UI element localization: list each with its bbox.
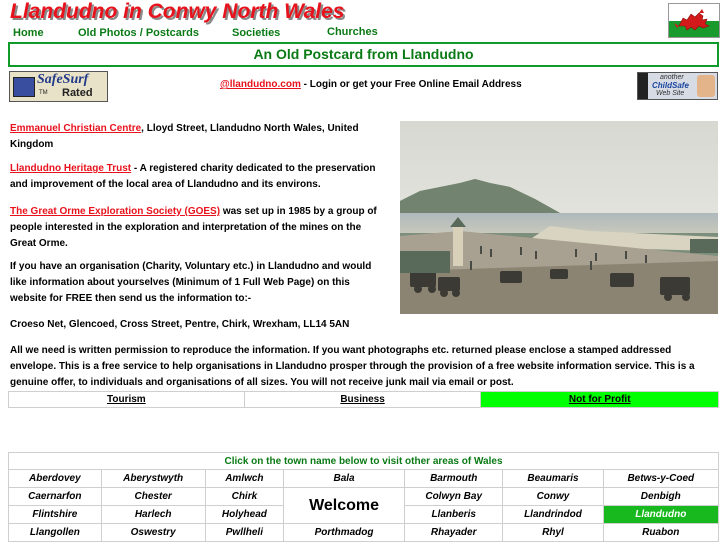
paragraph-emmanuel: Emmanuel Christian Centre, Lloyd Street,… bbox=[10, 121, 388, 153]
town-link[interactable]: Ruabon bbox=[602, 523, 720, 542]
table-row: Caernarfon Chester Chirk Welcome Colwyn … bbox=[8, 487, 720, 524]
safesurf-logo-text: SafeSurf bbox=[37, 72, 89, 87]
llandudno-postcard-image bbox=[400, 121, 718, 314]
town-link[interactable]: Llanberis bbox=[404, 505, 504, 524]
category-cell-tourism[interactable]: Tourism bbox=[8, 391, 245, 408]
town-link[interactable]: Bala bbox=[283, 469, 406, 488]
heritage-trust-link[interactable]: Llandudno Heritage Trust bbox=[10, 163, 131, 174]
nav-old-photos-link[interactable]: Old Photos / Postcards bbox=[78, 27, 199, 39]
paragraph-address: Croeso Net, Glencoed, Cross Street, Pent… bbox=[10, 319, 350, 330]
business-link[interactable]: Business bbox=[340, 394, 384, 405]
wales-towns-table: Click on the town name below to visit ot… bbox=[8, 452, 720, 542]
town-link[interactable]: Beaumaris bbox=[502, 469, 604, 488]
town-link[interactable]: Barmouth bbox=[404, 469, 504, 488]
child-face-icon bbox=[697, 75, 715, 97]
town-link[interactable]: Chirk bbox=[204, 487, 285, 506]
nav-societies-link[interactable]: Societies bbox=[232, 27, 280, 39]
category-cell-business[interactable]: Business bbox=[243, 391, 482, 408]
town-link[interactable]: Chester bbox=[100, 487, 206, 506]
town-link[interactable]: Denbigh bbox=[602, 487, 720, 506]
category-link-bar: Tourism Business Not for Profit bbox=[8, 391, 719, 408]
town-link[interactable]: Flintshire bbox=[8, 505, 102, 524]
town-link[interactable]: Rhayader bbox=[404, 523, 504, 542]
town-link[interactable]: Rhyl bbox=[502, 523, 604, 542]
not-for-profit-link[interactable]: Not for Profit bbox=[569, 394, 631, 405]
paragraph-invite: If you have an organisation (Charity, Vo… bbox=[10, 261, 372, 304]
town-link[interactable]: Llangollen bbox=[8, 523, 102, 542]
town-link[interactable]: Colwyn Bay bbox=[404, 487, 504, 506]
monitor-icon bbox=[13, 77, 35, 97]
emmanuel-link[interactable]: Emmanuel Christian Centre bbox=[10, 123, 141, 134]
town-link[interactable]: Betws-y-Coed bbox=[602, 469, 720, 488]
email-signup-line: @llandudno.com - Login or get your Free … bbox=[220, 79, 522, 90]
childsafe-top-text: another bbox=[660, 74, 684, 81]
nav-churches-link[interactable]: Churches bbox=[327, 26, 378, 38]
town-link[interactable]: Amlwch bbox=[204, 469, 285, 488]
childsafe-bottom-text: Web Site bbox=[656, 90, 685, 97]
welcome-cell: Welcome bbox=[283, 487, 406, 524]
email-signup-link[interactable]: @llandudno.com bbox=[220, 79, 301, 90]
town-link[interactable]: Llandrindod bbox=[502, 505, 604, 524]
category-cell-not-for-profit[interactable]: Not for Profit bbox=[480, 391, 719, 408]
paragraph-heritage-trust: Llandudno Heritage Trust - A registered … bbox=[10, 161, 388, 193]
safesurf-rated-badge[interactable]: SafeSurf TM Rated bbox=[9, 71, 108, 102]
tourism-link[interactable]: Tourism bbox=[107, 394, 146, 405]
site-title: Llandudno in Conwy North Wales bbox=[10, 0, 345, 23]
town-link[interactable]: Porthmadog bbox=[283, 523, 406, 542]
safesurf-rated-text: Rated bbox=[62, 87, 93, 99]
town-link[interactable]: Conwy bbox=[502, 487, 604, 506]
paragraph-goes: The Great Orme Exploration Society (GOES… bbox=[10, 204, 388, 252]
town-link[interactable]: Pwllheli bbox=[204, 523, 285, 542]
town-link[interactable]: Harlech bbox=[100, 505, 206, 524]
town-link[interactable]: Aberystwyth bbox=[100, 469, 206, 488]
towns-heading: Click on the town name below to visit ot… bbox=[8, 452, 719, 470]
childsafe-badge[interactable]: another ChildSafe Web Site bbox=[637, 72, 718, 100]
town-link[interactable]: Aberdovey bbox=[8, 469, 102, 488]
paragraph-permission: All we need is written permission to rep… bbox=[10, 345, 695, 388]
film-strip-icon bbox=[638, 73, 648, 99]
town-link[interactable]: Holyhead bbox=[204, 505, 285, 524]
safesurf-tm-text: TM bbox=[39, 90, 48, 96]
table-row: Llangollen Oswestry Pwllheli Porthmadog … bbox=[8, 523, 720, 542]
page-banner: An Old Postcard from Llandudno bbox=[8, 42, 719, 67]
email-signup-text: - Login or get your Free Online Email Ad… bbox=[300, 79, 522, 90]
table-row: Aberdovey Aberystwyth Amlwch Bala Barmou… bbox=[8, 469, 720, 488]
childsafe-mid-text: ChildSafe bbox=[652, 81, 689, 90]
nav-home-link[interactable]: Home bbox=[13, 27, 44, 39]
town-link-active[interactable]: Llandudno bbox=[602, 505, 720, 524]
goes-link[interactable]: The Great Orme Exploration Society (GOES… bbox=[10, 206, 220, 217]
town-link[interactable]: Caernarfon bbox=[8, 487, 102, 506]
welsh-dragon-flag-icon bbox=[668, 3, 720, 38]
town-link[interactable]: Oswestry bbox=[100, 523, 206, 542]
